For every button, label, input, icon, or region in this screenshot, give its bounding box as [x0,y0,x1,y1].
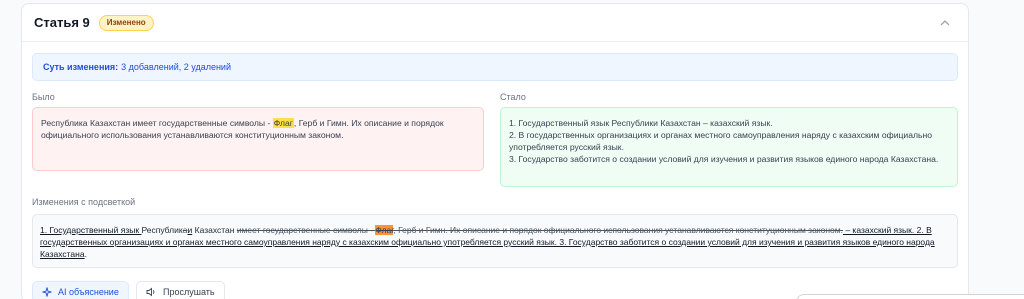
diff-label: Изменения с подсветкой [32,197,136,207]
change-summary: Суть изменения: 3 добавлений, 2 удалений [32,53,958,81]
after-line: 1. Государственный язык Республики Казах… [509,118,773,128]
ai-explain-button[interactable]: AI объяснение [32,281,129,299]
summary-label: Суть изменения: [43,62,119,72]
speaker-icon [146,287,157,297]
diff-text-box: 1. Государственный язык Республикаи Каза… [32,214,958,268]
chevron-up-icon[interactable] [938,16,952,30]
diff-delete-highlight: Флаг [375,225,394,235]
sparkle-icon [42,287,52,297]
article-header[interactable]: Статья 9 Изменено [22,4,968,42]
diff-delete: имеет государственные символы - [236,225,376,235]
ai-explain-label: AI объяснение [58,287,119,297]
before-label: Было [32,92,55,102]
after-line: 2. В государственных организациях и орга… [509,130,933,152]
article-card: Статья 9 Изменено Суть изменения: 3 доба… [21,3,969,299]
diff-plain: Республик [141,225,183,235]
before-highlight: Флаг [272,118,294,128]
after-line: 3. Государство заботится о создании усло… [509,154,939,164]
before-text-box: Республика Казахстан имеет государственн… [32,107,484,171]
listen-button[interactable]: Прослушать [136,281,225,299]
article-title: Статья 9 [34,15,90,30]
after-label: Стало [500,92,526,102]
summary-text: 3 добавлений, 2 удалений [121,62,231,72]
diff-delete: , Герб и Гимн. Их описание и порядок офи… [393,225,843,235]
after-text-box: 1. Государственный язык Республики Казах… [500,107,958,187]
diff-plain: . [84,249,87,259]
diff-insert: 1. Государственный язык [40,225,142,235]
before-text-part1: Республика Казахстан имеет государственн… [41,118,273,128]
status-badge: Изменено [98,14,154,31]
next-card-edge [796,294,1024,299]
diff-plain: Казахстан [192,225,237,235]
listen-label: Прослушать [163,287,215,297]
